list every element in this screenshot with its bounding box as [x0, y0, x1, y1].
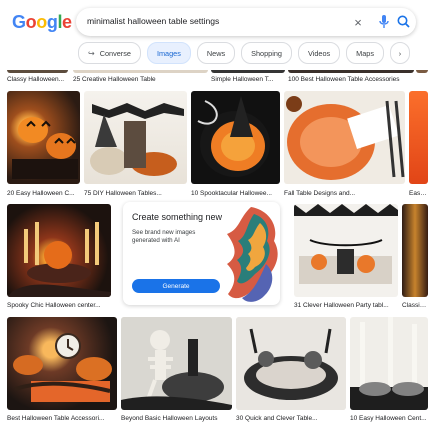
image-caption-row1-4[interactable]: Fall Table Designs and...: [284, 190, 405, 197]
converse-icon: ↪: [88, 48, 95, 58]
more-chips-button[interactable]: ›: [390, 42, 410, 64]
logo-letter: o: [25, 12, 37, 32]
colorful-swirl-art: [227, 207, 278, 302]
orange-plates-image: [197, 96, 270, 177]
candles-centerpiece-image: [7, 222, 111, 297]
image-result-row1-4[interactable]: [284, 91, 405, 184]
search-box[interactable]: minimalist halloween table settings ×: [76, 8, 416, 36]
promo-description: See brand new images generated with AI: [132, 229, 196, 244]
image-result-row1-2[interactable]: [84, 91, 187, 184]
image-result-row2-3[interactable]: [402, 204, 428, 297]
skeleton-table-image: [121, 317, 232, 410]
chip-label: Converse: [99, 48, 131, 58]
shopping-chip[interactable]: Shopping: [241, 42, 292, 64]
image-caption-row1-3[interactable]: 10 Spooktacular Hallowee...: [191, 190, 280, 197]
image-result-row1-1[interactable]: [7, 91, 80, 184]
promo-title: Create something new: [132, 212, 223, 222]
candle-table-image: [350, 317, 428, 410]
image-caption-row1-2[interactable]: 75 DIY Halloween Tables...: [84, 190, 187, 197]
black-white-table-image: [236, 317, 346, 410]
search-query[interactable]: minimalist halloween table settings: [87, 16, 219, 26]
chevron-right-icon: ›: [398, 48, 402, 58]
image-result-row2-1[interactable]: [7, 204, 111, 297]
pumpkin-table-image: [12, 117, 78, 179]
clock-and-pumpkins-image: [13, 333, 112, 402]
witch-hat-table-image: [90, 103, 184, 176]
image-result-row1-3[interactable]: [191, 91, 280, 184]
videos-chip[interactable]: Videos: [297, 42, 341, 64]
image-caption-row2-3[interactable]: Classic F...: [402, 302, 428, 309]
converse-chip[interactable]: ↪ Converse: [78, 42, 141, 64]
clear-icon[interactable]: ×: [350, 14, 366, 30]
news-chip[interactable]: News: [196, 42, 236, 64]
maps-chip[interactable]: Maps: [346, 42, 384, 64]
image-caption-top-2[interactable]: 25 Creative Halloween Table: [73, 76, 208, 83]
image-result-row2-2[interactable]: [294, 204, 398, 297]
image-caption-row2-1[interactable]: Spooky Chic Halloween center...: [7, 302, 111, 309]
chip-label: Images: [156, 48, 181, 58]
chip-label: Maps: [356, 48, 374, 58]
image-result-row3-1[interactable]: [7, 317, 117, 410]
halloween-party-table-image: [294, 204, 398, 284]
image-result-row3-2[interactable]: [121, 317, 232, 410]
fall-table-image: [286, 96, 405, 180]
image-caption-row1-5[interactable]: Easy a...: [409, 190, 428, 197]
google-logo[interactable]: Google: [12, 12, 72, 33]
logo-letter: o: [36, 12, 47, 32]
search-icon[interactable]: [396, 14, 412, 30]
image-caption-row3-3[interactable]: 30 Quick and Clever Table...: [236, 415, 346, 422]
image-caption-row1-1[interactable]: 20 Easy Halloween C...: [7, 190, 80, 197]
image-caption-row3-4[interactable]: 10 Easy Halloween Cent...: [350, 415, 428, 422]
generate-button[interactable]: Generate: [132, 279, 220, 293]
image-result-row3-4[interactable]: [350, 317, 428, 410]
microphone-icon-svg: [379, 15, 389, 28]
image-result-row3-3[interactable]: [236, 317, 346, 410]
image-caption-top-4[interactable]: 100 Best Halloween Table Accessories: [288, 76, 414, 83]
logo-letter: g: [46, 12, 58, 32]
image-result-row1-5[interactable]: [409, 91, 428, 184]
images-chip[interactable]: Images: [146, 42, 191, 64]
microphone-icon[interactable]: [377, 14, 391, 30]
image-caption-row3-2[interactable]: Beyond Basic Halloween Layouts: [121, 415, 232, 422]
search-chips: ↪ Converse Images News Shopping Videos M…: [78, 42, 410, 64]
chip-label: News: [206, 48, 226, 58]
image-caption-top-1[interactable]: Classy Halloween...: [7, 76, 69, 83]
image-caption-top-3[interactable]: Simple Halloween T...: [211, 76, 285, 83]
ai-image-generation-card[interactable]: Create something new See brand new image…: [123, 202, 280, 305]
image-caption-row2-2[interactable]: 31 Clever Halloween Party tabl...: [294, 302, 398, 309]
search-header: Google minimalist halloween table settin…: [0, 0, 428, 70]
logo-letter: e: [62, 12, 72, 32]
search-icon-svg: [397, 15, 410, 28]
logo-letter: G: [12, 12, 26, 32]
chip-label: Videos: [307, 48, 331, 58]
chip-label: Shopping: [251, 48, 282, 58]
image-caption-row3-1[interactable]: Best Halloween Table Accessori...: [7, 415, 117, 422]
